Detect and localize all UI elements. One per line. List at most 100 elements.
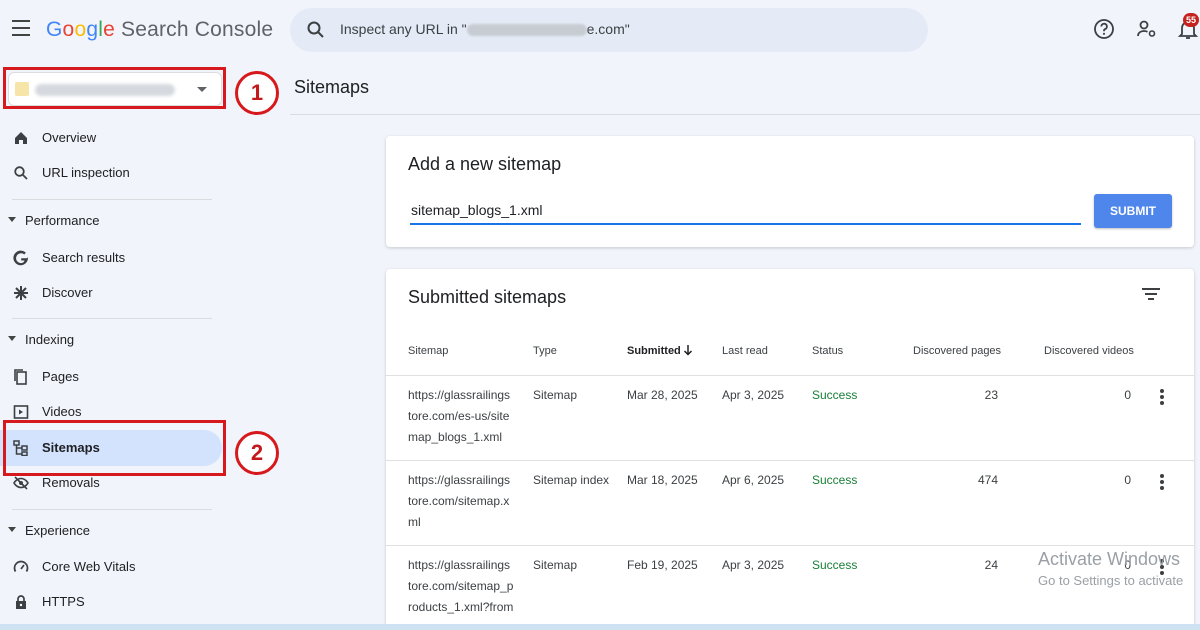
column-header-status[interactable]: Status bbox=[812, 345, 843, 357]
sidebar-item-label: Discover bbox=[42, 285, 93, 300]
taskbar-edge bbox=[0, 624, 1200, 630]
collapse-triangle-icon bbox=[8, 217, 16, 222]
eye-off-icon bbox=[13, 476, 29, 490]
home-icon bbox=[15, 132, 27, 144]
pages-icon bbox=[14, 369, 27, 385]
product-name: Search Console bbox=[120, 18, 274, 41]
gauge-icon bbox=[13, 560, 29, 572]
submitted-cell: Mar 18, 2025 bbox=[627, 473, 698, 487]
submit-button[interactable]: SUBMIT bbox=[1094, 194, 1172, 228]
sidebar-section-experience[interactable]: Experience bbox=[0, 518, 220, 546]
lock-icon bbox=[16, 595, 26, 609]
submitted-cell: Feb 19, 2025 bbox=[627, 558, 698, 572]
column-header-sitemap[interactable]: Sitemap bbox=[408, 345, 448, 357]
search-placeholder: Inspect any URL in " e.com" bbox=[340, 21, 630, 37]
more-vert-icon[interactable] bbox=[1160, 389, 1164, 407]
column-header-last-read[interactable]: Last read bbox=[722, 345, 768, 357]
asterisk-icon bbox=[14, 286, 28, 300]
logo-letter: G bbox=[46, 18, 63, 41]
column-header-type[interactable]: Type bbox=[533, 345, 557, 357]
input-underline bbox=[410, 223, 1081, 225]
sidebar-item-overview[interactable]: Overview bbox=[0, 120, 222, 156]
sidebar-item-url-inspection[interactable]: URL inspection bbox=[0, 155, 222, 191]
sidebar-item-core-web-vitals[interactable]: Core Web Vitals bbox=[0, 549, 222, 585]
submitted-sitemaps-title: Submitted sitemaps bbox=[408, 287, 567, 307]
discovered-pages-cell: 474 bbox=[977, 473, 998, 487]
logo-letter: o bbox=[62, 18, 75, 41]
column-header-submitted[interactable]: Submitted bbox=[627, 345, 681, 357]
row-separator bbox=[386, 460, 1194, 461]
column-header-discovered-pages[interactable]: Discovered pages bbox=[913, 345, 1001, 357]
last-read-cell: Apr 3, 2025 bbox=[722, 558, 785, 572]
annotation-marker-1: 1 bbox=[235, 71, 279, 115]
user-settings-icon[interactable] bbox=[1136, 18, 1158, 40]
help-icon[interactable] bbox=[1093, 18, 1115, 40]
type-cell: Sitemap bbox=[533, 388, 578, 402]
sidebar-item-label: Pages bbox=[42, 369, 79, 384]
sitemap-url-cell[interactable]: https://glassrailings tore.com/es-us/sit… bbox=[408, 385, 518, 448]
search-suffix: e.com" bbox=[586, 21, 630, 37]
sidebar-item-label: Overview bbox=[42, 130, 97, 145]
add-sitemap-card: Add a new sitemap bbox=[386, 136, 1194, 247]
status-cell: Success bbox=[812, 558, 858, 572]
sidebar-item-search-results[interactable]: Search results bbox=[0, 240, 222, 276]
sort-down-arrow-icon[interactable] bbox=[683, 344, 693, 356]
search-icon bbox=[14, 166, 28, 180]
sidebar-item-label: Core Web Vitals bbox=[42, 559, 136, 574]
add-sitemap-title: Add a new sitemap bbox=[408, 154, 562, 174]
sitemap-url-input[interactable]: sitemap_blogs_1.xml bbox=[411, 202, 543, 218]
search-console-logo[interactable]: Google Search Console bbox=[46, 18, 273, 42]
annotation-marker-2: 2 bbox=[235, 431, 279, 475]
video-icon bbox=[13, 405, 29, 419]
search-prefix: Inspect any URL in " bbox=[340, 21, 467, 37]
sidebar-section-label: Experience bbox=[25, 523, 91, 538]
logo-letter: e bbox=[103, 18, 115, 41]
row-separator bbox=[386, 375, 1194, 376]
sidebar-item-label: Videos bbox=[42, 404, 82, 419]
sidebar-item-label: Removals bbox=[42, 475, 100, 490]
row-separator bbox=[386, 545, 1194, 546]
hamburger-menu-icon[interactable] bbox=[12, 20, 30, 36]
logo-letter: g bbox=[86, 18, 99, 41]
sidebar-section-indexing[interactable]: Indexing bbox=[0, 327, 220, 355]
submitted-cell: Mar 28, 2025 bbox=[627, 388, 698, 402]
filter-icon[interactable] bbox=[1142, 288, 1160, 302]
redacted-domain bbox=[466, 24, 587, 37]
sidebar-item-discover[interactable]: Discover bbox=[0, 275, 222, 311]
title-divider bbox=[290, 114, 1200, 115]
google-g-icon bbox=[13, 250, 28, 266]
sidebar-divider bbox=[12, 509, 212, 510]
status-cell: Success bbox=[812, 388, 858, 402]
notification-badge: 55 bbox=[1183, 13, 1199, 27]
sitemap-url-cell[interactable]: https://glassrailings tore.com/sitemap_p… bbox=[408, 555, 518, 618]
discovered-videos-cell: 0 bbox=[1124, 388, 1131, 402]
sidebar-divider bbox=[12, 199, 212, 200]
page-title: Sitemaps bbox=[294, 77, 370, 97]
column-header-discovered-videos[interactable]: Discovered videos bbox=[1044, 345, 1134, 357]
more-vert-icon[interactable] bbox=[1160, 474, 1164, 492]
discovered-pages-cell: 23 bbox=[984, 388, 998, 402]
discovered-videos-cell: 0 bbox=[1124, 473, 1131, 487]
top-bar: Google Search Console Inspect any URL in … bbox=[0, 0, 1200, 60]
search-icon bbox=[307, 21, 324, 38]
sidebar-section-performance[interactable]: Performance bbox=[0, 208, 220, 236]
sidebar-divider bbox=[12, 318, 212, 319]
discovered-pages-cell: 24 bbox=[984, 558, 998, 572]
sidebar-section-label: Performance bbox=[25, 213, 100, 228]
sitemap-url-cell[interactable]: https://glassrailings tore.com/sitemap.x… bbox=[408, 470, 518, 533]
logo-letter: o bbox=[74, 18, 87, 41]
activate-windows-hint: Go to Settings to activate bbox=[1038, 573, 1184, 588]
type-cell: Sitemap bbox=[533, 558, 578, 572]
collapse-triangle-icon bbox=[8, 527, 16, 532]
annotation-highlight-sitemaps bbox=[3, 420, 226, 476]
type-cell: Sitemap index bbox=[533, 473, 610, 487]
activate-windows-watermark: Activate Windows bbox=[1038, 549, 1181, 569]
sidebar-item-https[interactable]: HTTPS bbox=[0, 584, 222, 620]
last-read-cell: Apr 3, 2025 bbox=[722, 388, 785, 402]
sidebar-item-label: Search results bbox=[42, 250, 126, 265]
url-inspect-search[interactable]: Inspect any URL in " e.com" bbox=[290, 8, 928, 52]
sidebar-section-label: Indexing bbox=[25, 332, 75, 347]
collapse-triangle-icon bbox=[8, 336, 16, 341]
sidebar-item-pages[interactable]: Pages bbox=[0, 359, 222, 395]
last-read-cell: Apr 6, 2025 bbox=[722, 473, 785, 487]
